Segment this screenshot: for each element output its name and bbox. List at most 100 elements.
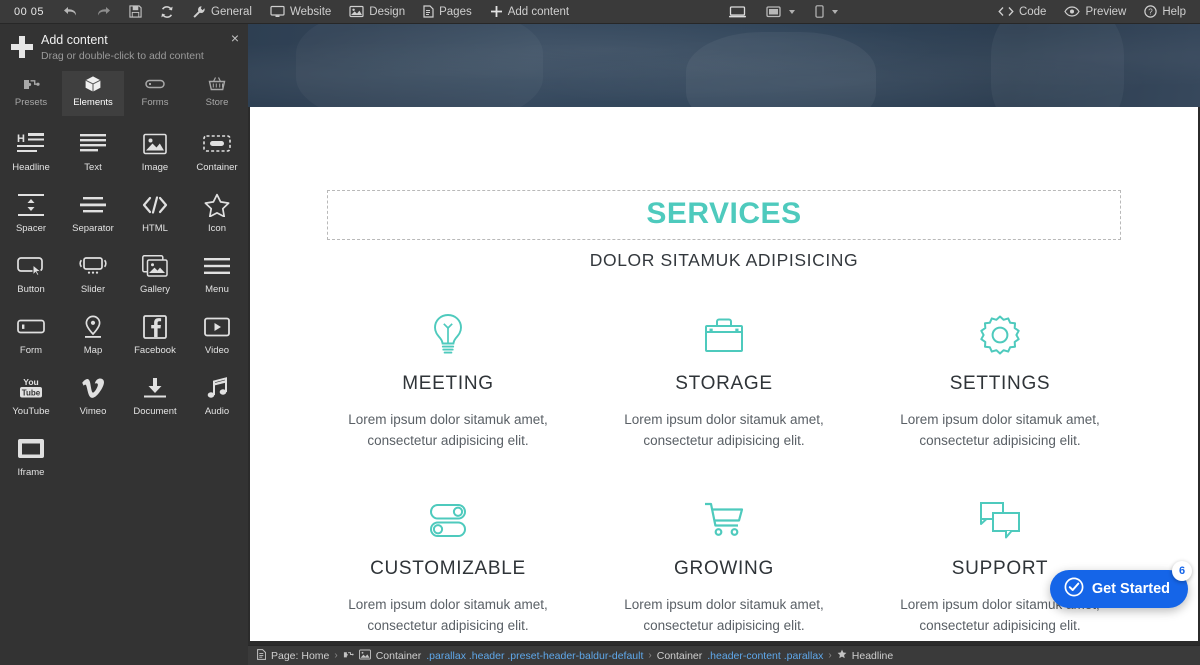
- element-separator[interactable]: Separator: [62, 187, 124, 248]
- monitor-icon: [270, 5, 285, 18]
- menu-pages-label: Pages: [439, 5, 472, 18]
- element-iframe-label: Iframe: [17, 467, 45, 478]
- element-menu[interactable]: Menu: [186, 248, 248, 309]
- breadcrumb-headline-label: Headline: [851, 649, 894, 662]
- element-audio[interactable]: Audio: [186, 370, 248, 431]
- element-spacer[interactable]: Spacer: [0, 187, 62, 248]
- element-document[interactable]: Document: [124, 370, 186, 431]
- element-icon-label: Icon: [208, 223, 226, 234]
- element-text-label: Text: [84, 162, 102, 173]
- service-card-meeting[interactable]: MEETING Lorem ipsum dolor sitamuk amet, …: [310, 309, 586, 451]
- help-label: Help: [1162, 5, 1187, 18]
- field-icon: [144, 74, 166, 94]
- breadcrumb-container-name: Container: [375, 649, 422, 662]
- element-image[interactable]: Image: [124, 126, 186, 187]
- element-form[interactable]: Form: [0, 309, 62, 370]
- menu-design[interactable]: Design: [340, 0, 414, 24]
- element-button[interactable]: Button: [0, 248, 62, 309]
- cube-icon: [83, 74, 103, 94]
- element-youtube[interactable]: You Tube YouTube: [0, 370, 62, 431]
- refresh-button[interactable]: [151, 0, 183, 24]
- tab-store[interactable]: Store: [186, 71, 248, 116]
- element-document-label: Document: [133, 406, 177, 417]
- preset-icon: [343, 649, 354, 663]
- status-bar: Page: Home › Container .parallax .header …: [248, 645, 1200, 665]
- menu-website[interactable]: Website: [261, 0, 340, 24]
- element-video[interactable]: Video: [186, 309, 248, 370]
- page-subheadline[interactable]: DOLOR SITAMUK ADIPISICING: [250, 250, 1198, 271]
- undo-button[interactable]: [54, 0, 87, 24]
- device-tablet[interactable]: [757, 0, 804, 24]
- toolbar-right-group: Code Preview ? Help: [989, 0, 1200, 24]
- help-button[interactable]: ? Help: [1135, 0, 1200, 24]
- element-icon[interactable]: Icon: [186, 187, 248, 248]
- breadcrumb-container-header-content[interactable]: Container .header-content .parallax: [657, 650, 824, 662]
- service-card-support[interactable]: SUPPORT Lorem ipsum dolor sitamuk amet, …: [862, 494, 1138, 636]
- tab-presets-label: Presets: [14, 97, 48, 108]
- menu-pages[interactable]: Pages: [414, 0, 481, 24]
- get-started-label: Get Started: [1091, 581, 1170, 597]
- element-headline-label: Headline: [12, 162, 50, 173]
- menu-add-content-label: Add content: [507, 5, 570, 18]
- menu-general[interactable]: General: [183, 0, 261, 24]
- hero-banner-image[interactable]: [248, 24, 1200, 107]
- html-icon: [141, 187, 169, 223]
- presets-icon: [21, 74, 41, 94]
- wrench-icon: [192, 5, 206, 19]
- redo-button[interactable]: [87, 0, 120, 24]
- container-icon: [203, 126, 231, 162]
- facebook-icon: [143, 309, 167, 345]
- question-icon: ?: [1144, 5, 1158, 18]
- get-started-button[interactable]: Get Started 6: [1049, 561, 1192, 608]
- map-pin-icon: [82, 309, 104, 345]
- element-map[interactable]: Map: [62, 309, 124, 370]
- device-mobile[interactable]: [806, 0, 847, 24]
- breadcrumb-container2-name: Container: [656, 649, 703, 662]
- lightbulb-icon: [310, 309, 586, 361]
- element-vimeo[interactable]: Vimeo: [62, 370, 124, 431]
- element-gallery[interactable]: Gallery: [124, 248, 186, 309]
- service-card-growing[interactable]: GROWING Lorem ipsum dolor sitamuk amet, …: [586, 494, 862, 636]
- element-text[interactable]: Text: [62, 126, 124, 187]
- iframe-icon: [17, 431, 45, 467]
- clock-display: 00 05: [14, 5, 45, 18]
- service-description: Lorem ipsum dolor sitamuk amet, consecte…: [348, 412, 548, 448]
- save-button[interactable]: [120, 0, 151, 24]
- preview-button[interactable]: Preview: [1055, 0, 1135, 24]
- mobile-caret-icon[interactable]: [832, 9, 839, 14]
- element-html-label: HTML: [142, 223, 168, 234]
- code-button[interactable]: Code: [989, 0, 1056, 24]
- breadcrumb-separator-2: ›: [648, 650, 652, 661]
- page-headline[interactable]: SERVICES: [328, 197, 1120, 231]
- service-card-customizable[interactable]: CUSTOMIZABLE Lorem ipsum dolor sitamuk a…: [310, 494, 586, 636]
- breadcrumb-container-header[interactable]: Container .parallax .header .preset-heade…: [376, 650, 644, 662]
- element-headline[interactable]: H Headline: [0, 126, 62, 187]
- element-image-label: Image: [141, 162, 169, 173]
- menu-website-label: Website: [289, 5, 332, 18]
- gallery-icon: [142, 248, 168, 284]
- tab-elements[interactable]: Elements: [62, 71, 124, 116]
- element-slider[interactable]: Slider: [62, 248, 124, 309]
- service-card-storage[interactable]: STORAGE Lorem ipsum dolor sitamuk amet, …: [586, 309, 862, 451]
- svg-text:You: You: [23, 377, 38, 387]
- service-card-settings[interactable]: SETTINGS Lorem ipsum dolor sitamuk amet,…: [862, 309, 1138, 451]
- tab-forms[interactable]: Forms: [124, 71, 186, 116]
- element-facebook[interactable]: Facebook: [124, 309, 186, 370]
- breadcrumb-page[interactable]: Page: Home: [271, 650, 329, 662]
- element-grid: H Headline Text Image Container Spacer S…: [0, 116, 248, 492]
- spacer-icon: [18, 187, 44, 223]
- element-iframe[interactable]: Iframe: [0, 431, 62, 492]
- element-button-label: Button: [17, 284, 45, 295]
- device-desktop[interactable]: [720, 0, 755, 24]
- selected-headline-block[interactable]: SERVICES: [327, 190, 1121, 240]
- menu-add-content[interactable]: Add content: [481, 0, 578, 24]
- code-icon: [998, 6, 1014, 17]
- tab-presets[interactable]: Presets: [0, 71, 62, 116]
- basket-icon: [207, 74, 227, 94]
- close-icon[interactable]: ×: [231, 31, 239, 45]
- tablet-caret-icon[interactable]: [789, 9, 796, 14]
- breadcrumb-container2-classes: .header-content .parallax: [707, 649, 824, 662]
- element-html[interactable]: HTML: [124, 187, 186, 248]
- breadcrumb-headline[interactable]: Headline: [852, 650, 893, 662]
- element-container[interactable]: Container: [186, 126, 248, 187]
